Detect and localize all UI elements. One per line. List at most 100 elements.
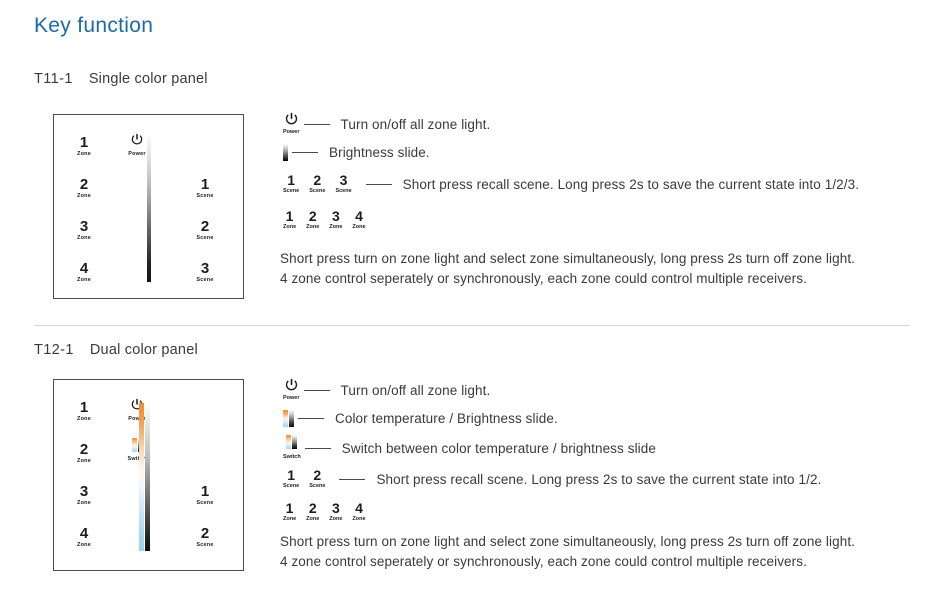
legend-scene-key-2: 2 Scene — [309, 173, 325, 195]
legend-zone-key-4: 4 Zone — [352, 209, 365, 231]
panel2-key-scene-2[interactable]: 2 Scene — [183, 526, 227, 549]
legend-scene-key-3-label: Scene — [335, 188, 352, 195]
section-name-t12-1: Dual color panel — [89, 342, 198, 358]
panel-key-power[interactable]: Power — [115, 133, 159, 158]
legend-zone-key-1-num: 1 — [285, 208, 294, 225]
panel2-key-zone-4-num: 4 — [79, 525, 89, 542]
brightness-strip[interactable] — [145, 403, 150, 551]
panel2-key-zone-3[interactable]: 3 Zone — [62, 484, 106, 507]
panel2-key-zone-3-num: 3 — [79, 483, 89, 500]
section-divider — [34, 325, 910, 326]
power-icon — [115, 133, 159, 150]
panel2-key-power[interactable]: Power — [115, 398, 159, 423]
legend2-zone-key-3: 3 Zone — [329, 501, 342, 523]
panel2-key-zone-4[interactable]: 4 Zone — [62, 526, 106, 549]
legend-scene-key-1-num: 1 — [287, 172, 295, 189]
legend-zone-key-4-num: 4 — [355, 208, 363, 225]
paragraph-t11-1: Short press turn on zone light and selec… — [280, 251, 856, 286]
legend2-zone-key-2: 2 Zone — [306, 501, 319, 523]
panel-key-zone-1-num: 1 — [79, 134, 89, 151]
legend-scene-key-1-label: Scene — [283, 188, 300, 195]
legend-row-scene: 1 Scene 2 Scene 3 Scene Short press reca… — [283, 167, 859, 201]
legend-dash — [304, 447, 331, 449]
panel2-key-zone-1[interactable]: 1 Zone — [62, 400, 106, 423]
panel-key-zone-1[interactable]: 1 Zone — [62, 135, 106, 158]
legend2-zone-key-1-num: 1 — [285, 500, 294, 517]
device-panel-t11-1: Power 1 Zone 2 Zone 3 Zone 4 Zone 1 Scen… — [53, 114, 244, 299]
panel-key-scene-3[interactable]: 3 Scene — [183, 261, 227, 284]
legend2-row-scene: 1 Scene 2 Scene Short press recall scene… — [283, 463, 821, 495]
switch-icon — [286, 435, 298, 450]
panel2-key-scene-1[interactable]: 1 Scene — [183, 484, 227, 507]
panel2-key-scene-2-label: Scene — [196, 542, 214, 548]
panel2-key-zone-1-num: 1 — [79, 399, 89, 416]
legend-zone-key-3: 3 Zone — [329, 209, 342, 231]
panel-key-zone-2[interactable]: 2 Zone — [62, 177, 106, 200]
legend2-text-dual-slide: Color temperature / Brightness slide. — [335, 410, 558, 426]
legend2-zone-key-3-num: 3 — [331, 500, 340, 517]
section-model-t11-1: T11-1 — [34, 71, 73, 87]
panel2-key-scene-2-num: 2 — [200, 525, 210, 542]
legend-text-power: Turn on/off all zone light. — [340, 116, 491, 132]
legend2-text-power: Turn on/off all zone light. — [340, 382, 491, 398]
panel-key-scene-2-num: 2 — [200, 218, 210, 235]
legend-zone-key-1: 1 Zone — [283, 209, 296, 231]
legend-row-power: Power Turn on/off all zone light. — [283, 111, 859, 137]
legend-dash — [303, 123, 330, 125]
legend-dash — [303, 389, 330, 391]
panel-key-scene-1-label: Scene — [196, 193, 214, 199]
legend-zone-key-4-label: Zone — [352, 224, 366, 231]
legend2-zone-key-4-num: 4 — [355, 500, 363, 517]
legend-dash — [292, 151, 318, 153]
panel-key-zone-3-label: Zone — [77, 235, 91, 241]
legend2-scene-key-1-num: 1 — [287, 467, 295, 484]
brightness-slider[interactable] — [147, 132, 151, 282]
cct-brightness-slider[interactable] — [139, 403, 150, 551]
panel-key-scene-3-num: 3 — [200, 260, 210, 277]
panel2-key-zone-2-num: 2 — [79, 441, 89, 458]
legend-zone-key-1-label: Zone — [283, 224, 297, 231]
legend-text-scene: Short press recall scene. Long press 2s … — [402, 176, 860, 192]
panel-key-zone-3[interactable]: 3 Zone — [62, 219, 106, 242]
panel2-key-zone-2-label: Zone — [77, 458, 91, 464]
panel-key-zone-3-num: 3 — [79, 218, 89, 235]
panel-key-zone-4[interactable]: 4 Zone — [62, 261, 106, 284]
legend-zone-key-2-label: Zone — [306, 224, 320, 231]
legend-t11-1: Power Turn on/off all zone light. Bright… — [283, 111, 859, 235]
panel2-key-zone-2[interactable]: 2 Zone — [62, 442, 106, 465]
page-title: Key function — [34, 14, 154, 37]
switch-icon — [115, 438, 159, 455]
panel2-key-scene-1-num: 1 — [200, 483, 210, 500]
panel2-key-zone-4-label: Zone — [77, 542, 91, 548]
panel-key-scene-1-num: 1 — [200, 176, 210, 193]
legend-scene-key-3-num: 3 — [339, 172, 348, 189]
legend-dash — [339, 478, 366, 480]
panel-key-scene-1[interactable]: 1 Scene — [183, 177, 227, 200]
color-temperature-strip[interactable] — [139, 403, 144, 551]
legend2-zone-key-3-label: Zone — [329, 516, 343, 523]
power-icon — [283, 378, 300, 394]
legend-power-label: Power — [283, 129, 300, 136]
legend2-row-zone-keys: 1 Zone 2 Zone 3 Zone 4 Zone — [283, 497, 821, 527]
legend2-row-switch: Switch Switch between color temperature … — [283, 433, 821, 463]
legend2-switch-label: Switch — [283, 454, 301, 461]
legend2-row-power: Power Turn on/off all zone light. — [283, 377, 821, 403]
panel-key-power-label: Power — [128, 151, 146, 157]
legend2-power-label: Power — [283, 395, 300, 402]
panel-key-zone-2-label: Zone — [77, 193, 91, 199]
legend-zone-key-3-label: Zone — [329, 224, 343, 231]
legend2-zone-key-2-label: Zone — [306, 516, 320, 523]
legend2-scene-key-2: 2 Scene — [309, 468, 325, 490]
panel2-key-switch[interactable]: Switch — [115, 438, 159, 463]
section-heading-t11-1: T11-1 Single color panel — [34, 71, 208, 87]
legend2-zone-key-2-num: 2 — [308, 500, 317, 517]
section-name-t11-1: Single color panel — [88, 71, 208, 87]
legend2-zone-key-1-label: Zone — [283, 516, 297, 523]
legend-text-brightness: Brightness slide. — [329, 144, 430, 160]
legend-dash — [298, 417, 324, 419]
legend2-scene-key-1-label: Scene — [283, 483, 300, 490]
legend2-scene-key-2-label: Scene — [309, 483, 326, 490]
device-panel-t12-1: Power Switch 1 Zone 2 Zone 3 Zone 4 Zone… — [53, 379, 244, 571]
legend-zone-key-3-num: 3 — [331, 208, 340, 225]
panel-key-scene-2[interactable]: 2 Scene — [183, 219, 227, 242]
